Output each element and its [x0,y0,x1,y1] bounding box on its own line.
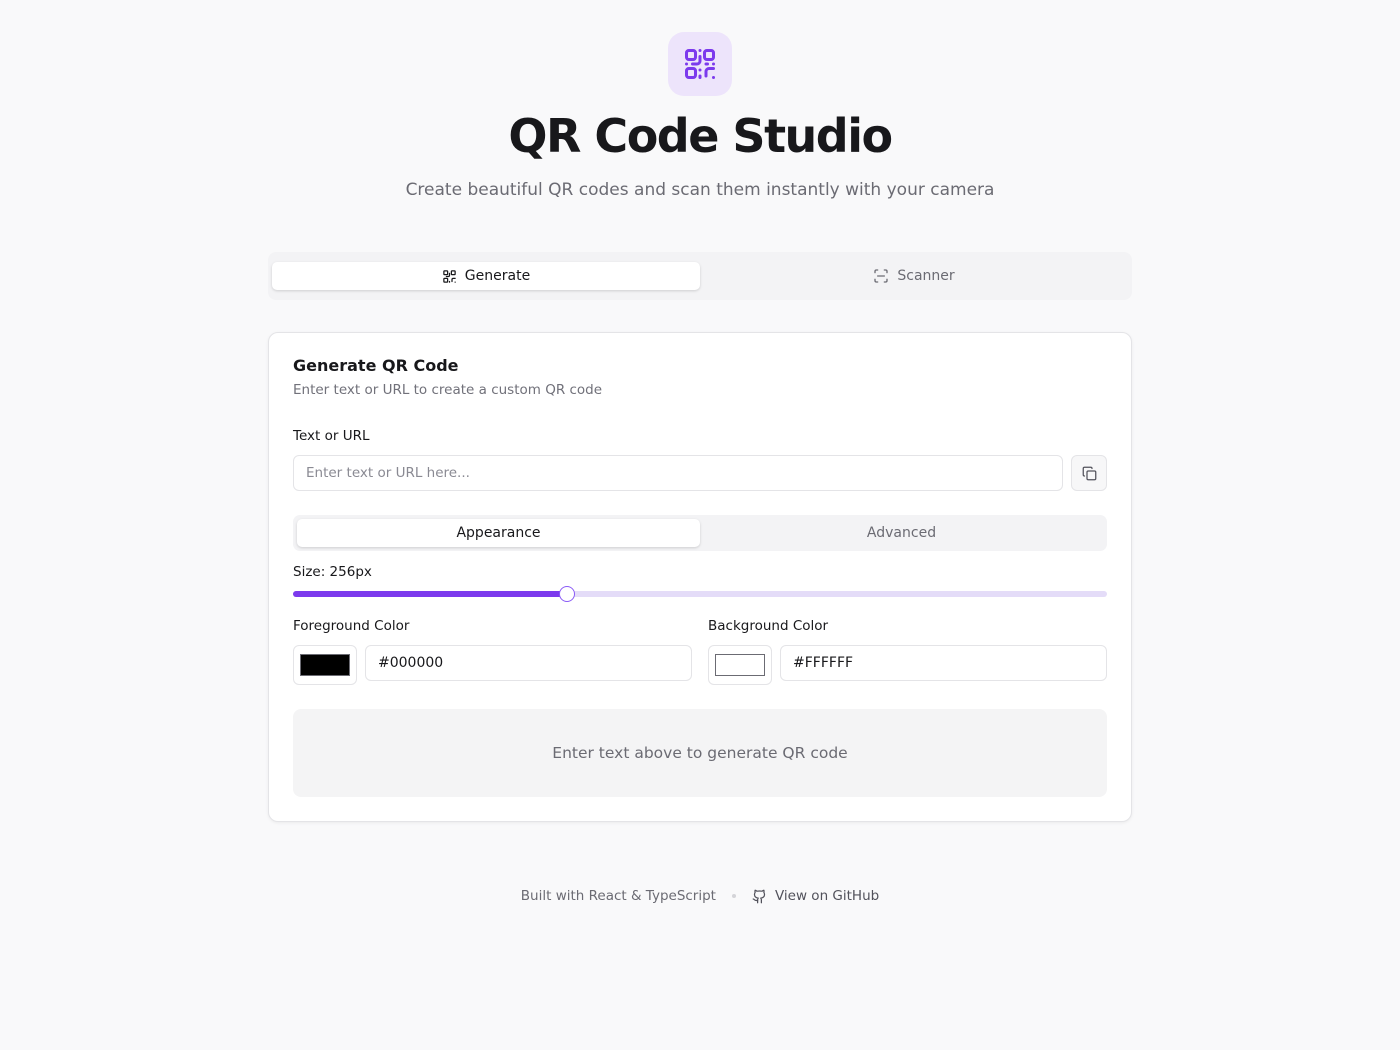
page-subtitle: Create beautiful QR codes and scan them … [405,180,995,200]
github-icon [752,889,766,903]
settings-tabs: Appearance Advanced [293,515,1107,551]
qr-code-icon [443,269,456,283]
page: QR Code Studio Create beautiful QR codes… [0,0,1400,1050]
copy-button[interactable] [1071,455,1107,491]
generate-card: Generate QR Code Enter text or URL to cr… [268,332,1132,822]
foreground-color-swatch [300,654,350,676]
background-color-label: Background Color [708,618,829,634]
background-color-input[interactable] [780,645,1107,681]
copy-icon [1082,466,1096,480]
footer: Built with React & TypeScript View on Gi… [0,886,1400,906]
main-tabs: Generate Scanner [268,252,1132,300]
tab-scanner[interactable]: Scanner [700,262,1128,290]
text-url-label: Text or URL [293,428,370,444]
foreground-color-picker[interactable] [293,645,357,685]
card-description: Enter text or URL to create a custom QR … [293,382,603,398]
size-slider-fill [293,591,568,597]
tab-scanner-label: Scanner [897,268,955,284]
size-slider-thumb[interactable] [559,586,576,602]
size-slider[interactable] [293,586,1107,602]
background-color-picker[interactable] [708,645,772,685]
built-with-text: Built with React & TypeScript [520,888,716,904]
text-url-input[interactable] [293,455,1063,491]
qr-code-icon [685,49,715,80]
tab-generate-label: Generate [464,268,531,284]
qr-preview-placeholder: Enter text above to generate QR code [293,709,1107,797]
tab-appearance[interactable]: Appearance [297,519,700,547]
footer-separator [731,894,736,898]
tab-generate[interactable]: Generate [272,262,700,290]
background-color-swatch [715,654,765,676]
foreground-color-input[interactable] [365,645,692,681]
tab-advanced[interactable]: Advanced [700,519,1103,547]
app-logo [668,32,732,96]
github-link-label: View on GitHub [774,888,880,904]
github-link[interactable]: View on GitHub [752,888,879,904]
card-title: Generate QR Code [293,356,459,375]
size-label: Size: 256px [293,564,372,580]
scan-icon [874,269,889,283]
foreground-color-label: Foreground Color [293,618,410,634]
page-title: QR Code Studio [508,109,893,163]
